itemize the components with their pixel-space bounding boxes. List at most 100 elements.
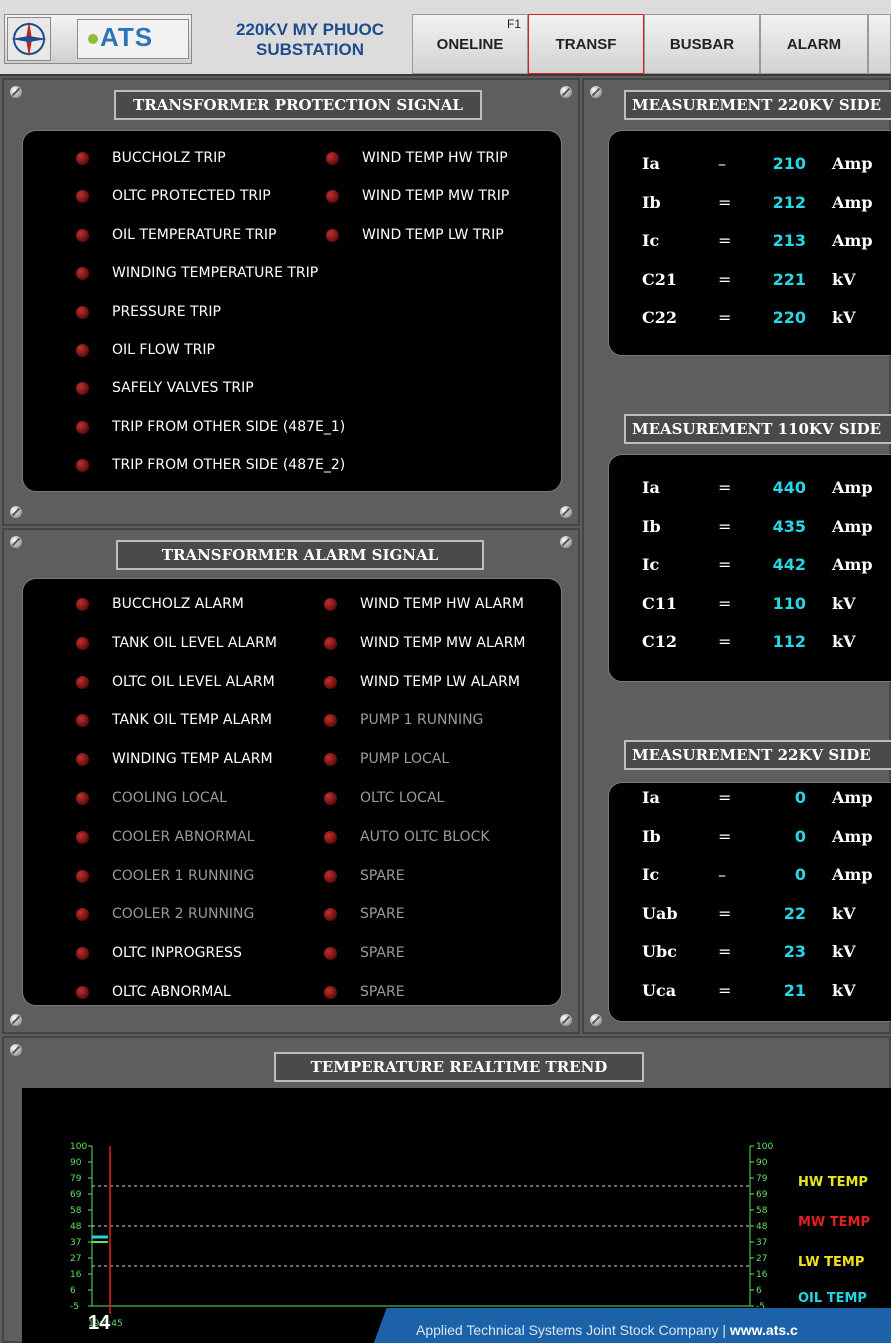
signal-label: OIL FLOW TRIP — [112, 342, 215, 358]
measurement-220kv-title: MEASUREMENT 220KV SIDE — [624, 90, 891, 120]
trend-panel: TEMPERATURE REALTIME TREND 100 100 90 90 79 7… — [2, 1036, 891, 1343]
status-led-icon — [76, 305, 89, 319]
measurement-22kv-title: MEASUREMENT 22KV SIDE — [624, 740, 891, 770]
nav-oneline-hotkey: F1 — [506, 17, 521, 31]
signal-label: WIND TEMP MW ALARM — [360, 634, 526, 651]
signal-label: WIND TEMP HW ALARM — [360, 596, 524, 612]
measurement-unit: Amp — [832, 516, 873, 536]
measurement-name: Ib — [642, 516, 661, 536]
ats-logo-text: ATS — [100, 22, 154, 52]
status-led-icon — [324, 830, 337, 844]
measurement-separator: = — [718, 308, 732, 328]
measurement-separator: = — [718, 826, 732, 846]
measurement-value: 0 — [794, 788, 806, 807]
measurement-name: Ib — [642, 192, 661, 212]
measurement-separator: – — [718, 865, 726, 885]
nav-alarm-label: ALARM — [786, 35, 842, 53]
signal-label: SAFELY VALVES TRIP — [112, 380, 254, 397]
measurement-separator: = — [718, 269, 732, 289]
y-tick-left-label: -5 — [70, 1302, 79, 1312]
measurement-unit: kV — [832, 942, 856, 962]
signal-label: COOLER ABNORMAL — [112, 828, 255, 845]
signal-label: SPARE — [360, 984, 405, 1000]
measurement-row-c22: C22 = 220 kV — [642, 308, 891, 332]
nav-busbar-label: BUSBAR — [669, 35, 735, 53]
signal-label: PUMP 1 RUNNING — [360, 712, 484, 729]
measurement-unit: Amp — [832, 826, 873, 846]
measurement-unit: Amp — [832, 478, 873, 497]
top-nav-bar: ATS 220KV MY PHUOC SUBSTATION ONELINE F1… — [0, 0, 891, 76]
nav-button-transf[interactable]: TRANSF — [528, 14, 644, 74]
measurement-value: 210 — [772, 154, 806, 173]
measurement-separator: = — [718, 632, 732, 652]
trend-legend-mw-temp: MW TEMP — [798, 1215, 870, 1230]
signal-label: BUCCHOLZ TRIP — [112, 150, 226, 166]
y-tick-left-label: 6 — [70, 1286, 76, 1296]
measurement-value: 435 — [772, 516, 806, 536]
nav-button-alarm[interactable]: ALARM — [760, 14, 868, 74]
measurement-row-uab: Uab = 22 kV — [642, 904, 891, 928]
measurement-value: 440 — [772, 478, 806, 497]
y-tick-left-label: 58 — [70, 1206, 82, 1216]
y-tick-right-label: 58 — [756, 1206, 768, 1216]
y-tick-left-label: 79 — [70, 1174, 82, 1184]
measurement-row-ia: Ia = 0 Amp — [642, 788, 891, 812]
signal-label: OIL TEMPERATURE TRIP — [112, 226, 277, 243]
measurement-name: Ic — [642, 865, 660, 885]
signal-label: OLTC PROTECTED TRIP — [112, 188, 271, 205]
signal-label: AUTO OLTC BLOCK — [360, 828, 490, 845]
measurement-110kv-title: MEASUREMENT 110KV SIDE — [624, 414, 891, 444]
y-tick-right-label: 37 — [756, 1238, 767, 1248]
nav-button-oneline[interactable]: ONELINE F1 — [412, 14, 528, 74]
trend-panel-title: TEMPERATURE REALTIME TREND — [274, 1052, 644, 1082]
status-led-icon — [324, 636, 337, 650]
measurement-separator: – — [718, 154, 726, 173]
measurement-row-ib: Ib = 212 Amp — [642, 193, 891, 217]
y-tick-right-label: 90 — [756, 1158, 768, 1168]
y-tick-left-label: 90 — [70, 1158, 82, 1168]
status-led-icon — [76, 228, 89, 242]
measurement-separator: = — [718, 478, 732, 497]
page-number: 14 — [88, 1312, 111, 1334]
status-led-icon — [326, 152, 339, 165]
footer-website[interactable]: www.ats.c — [730, 1322, 798, 1338]
logo-area: ATS — [4, 14, 192, 64]
measurement-unit: Amp — [832, 192, 873, 212]
protection-panel-title: TRANSFORMER PROTECTION SIGNAL — [114, 90, 482, 120]
signal-label: OLTC INPROGRESS — [112, 945, 242, 962]
measurement-separator: = — [718, 788, 732, 807]
station-title-line1: 220KV MY PHUOC — [235, 20, 384, 39]
measurement-row-ia: Ia = 440 Amp — [642, 478, 891, 502]
measurement-row-c21: C21 = 221 kV — [642, 270, 891, 294]
measurement-unit: Amp — [832, 788, 873, 807]
signal-label: TANK OIL LEVEL ALARM — [112, 634, 277, 651]
measurement-row-ubc: Ubc = 23 kV — [642, 942, 891, 966]
measurement-unit: kV — [832, 903, 856, 923]
status-led-icon — [76, 675, 89, 689]
y-tick-left-label: 27 — [70, 1254, 81, 1264]
status-led-icon — [76, 344, 89, 357]
signal-label: PUMP LOCAL — [360, 751, 450, 768]
nav-button-more[interactable] — [868, 14, 891, 74]
trend-legend-oil-temp: OIL TEMP — [798, 1291, 867, 1306]
nav-oneline-label: ONELINE — [436, 35, 504, 53]
y-tick-right-label: 79 — [756, 1174, 768, 1184]
measurement-row-ic: Ic = 442 Amp — [642, 555, 891, 579]
measurement-unit: kV — [832, 308, 856, 328]
measurement-separator: = — [718, 555, 732, 575]
measurement-separator: = — [718, 231, 732, 251]
measurement-name: Uca — [642, 981, 677, 1000]
y-tick-right-label: 48 — [756, 1222, 768, 1232]
signal-label: WIND TEMP LW ALARM — [360, 673, 520, 690]
measurement-unit: kV — [832, 269, 856, 289]
y-tick-right-label: 27 — [756, 1254, 767, 1264]
measurement-value: 21 — [783, 981, 806, 1000]
measurement-name: Ubc — [642, 942, 677, 962]
y-tick-left-label: 16 — [70, 1270, 82, 1280]
compass-logo-icon — [7, 17, 51, 61]
measurement-value: 0 — [794, 826, 806, 846]
signal-label: TRIP FROM OTHER SIDE (487E_2) — [112, 457, 346, 474]
measurement-value: 213 — [772, 231, 806, 251]
y-tick-right-label: 69 — [756, 1190, 768, 1200]
nav-button-busbar[interactable]: BUSBAR — [644, 14, 760, 74]
